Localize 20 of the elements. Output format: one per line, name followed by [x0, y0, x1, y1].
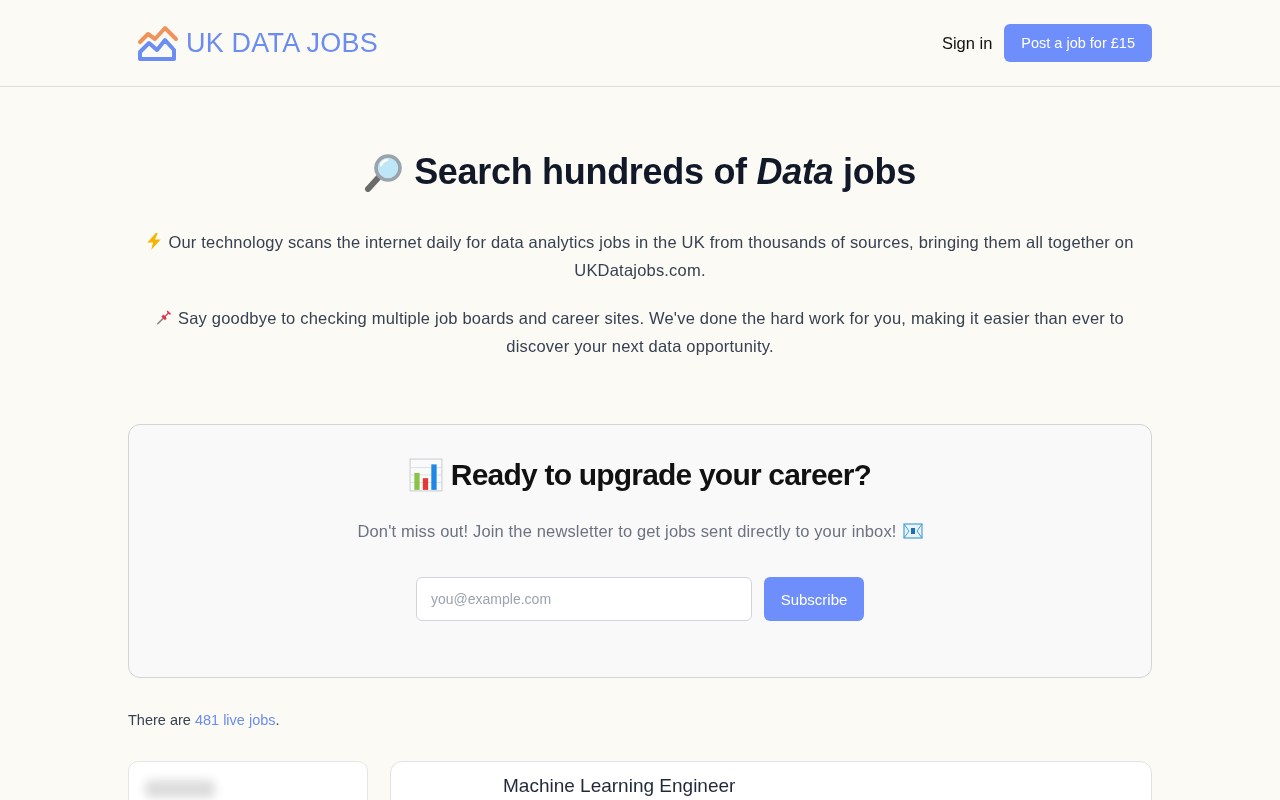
subscribe-button[interactable]: Subscribe	[764, 577, 864, 621]
live-jobs-link[interactable]: 481 live jobs	[194, 712, 276, 728]
newsletter-text: Don't miss out! Join the newsletter to get jobs sent directly to your inbox!	[357, 521, 897, 542]
line-chart-logo-icon	[137, 24, 179, 62]
job-count-text: There are 481 live jobs.	[128, 711, 281, 730]
logo-link[interactable]: UK DATA JOBS	[137, 24, 378, 62]
envelope-icon	[902, 523, 923, 539]
job-card[interactable]: Machine Learning Engineer	[390, 761, 1152, 800]
hero-title: Search hundreds of Data jobs	[414, 150, 916, 194]
bar-chart-icon	[408, 458, 443, 492]
benefit-paragraph: Say goodbye to checking multiple job boards and career sites. We've done the hard work for you, making it easier than ever to discover your next data opportunity.	[135, 304, 1145, 360]
sign-in-link[interactable]: Sign in	[941, 27, 993, 59]
pushpin-icon	[156, 309, 172, 326]
magnifier-icon	[364, 152, 405, 192]
newsletter-title: Ready to upgrade your career?	[450, 457, 872, 493]
intro-paragraph: Our technology scans the internet daily for data analytics jobs in the UK from thousands of sources, bringing them all together on UKDatajobs.com.	[135, 228, 1145, 284]
email-input[interactable]: you@example.com	[416, 577, 752, 621]
post-job-button[interactable]: Post a job for £15	[1004, 24, 1152, 62]
job-title: Machine Learning Engineer	[503, 775, 737, 797]
lightning-icon	[146, 233, 163, 250]
